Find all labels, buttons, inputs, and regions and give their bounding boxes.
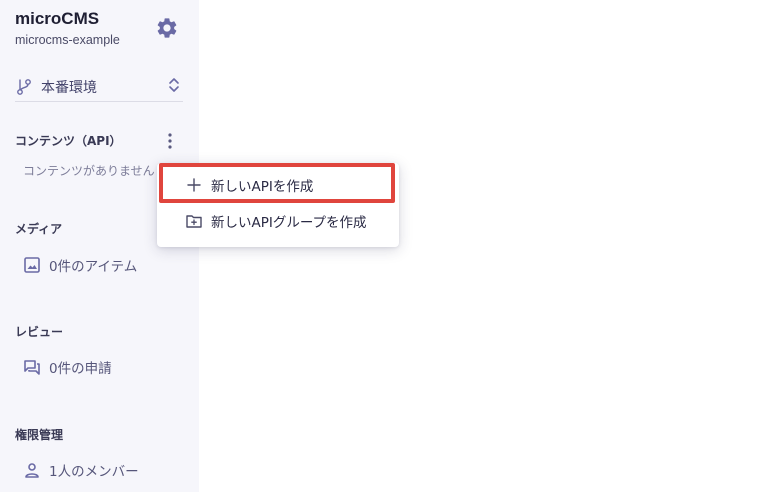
image-icon: [24, 257, 40, 273]
content-empty-text: コンテンツがありません: [23, 164, 155, 178]
content-section-title: コンテンツ（API）: [15, 134, 122, 148]
menu-item-label: 新しいAPIグループを作成: [211, 215, 367, 231]
folder-plus-icon: [186, 215, 202, 228]
gear-icon[interactable]: [155, 16, 179, 40]
menu-item-create-api[interactable]: 新しいAPIを作成: [157, 167, 399, 203]
service-name: microCMS: [15, 9, 100, 28]
media-section-title: メディア: [15, 222, 63, 236]
members-item-label: 1人のメンバー: [49, 464, 139, 480]
plus-icon: [187, 178, 201, 192]
branch-icon: [17, 78, 31, 95]
more-vertical-icon[interactable]: [162, 131, 178, 151]
environment-selector[interactable]: 本番環境: [15, 72, 183, 102]
service-id: microcms-example: [15, 33, 120, 47]
api-context-menu: 新しいAPIを作成 新しいAPIグループを作成: [157, 163, 399, 247]
person-icon: [25, 463, 39, 478]
menu-item-create-api-group[interactable]: 新しいAPIグループを作成: [157, 203, 399, 239]
chevron-up-down-icon: [169, 78, 179, 92]
chat-bubbles-icon: [24, 360, 40, 375]
review-item-label: 0件の申請: [49, 361, 112, 377]
sidebar-item-members[interactable]: 1人のメンバー: [23, 460, 139, 480]
sidebar-item-review[interactable]: 0件の申請: [23, 357, 112, 377]
sidebar-item-media[interactable]: 0件のアイテム: [23, 255, 137, 275]
media-item-label: 0件のアイテム: [49, 259, 138, 275]
environment-label: 本番環境: [41, 79, 97, 96]
permissions-section-title: 権限管理: [15, 428, 64, 442]
review-section-title: レビュー: [15, 325, 64, 339]
menu-item-label: 新しいAPIを作成: [211, 179, 314, 195]
